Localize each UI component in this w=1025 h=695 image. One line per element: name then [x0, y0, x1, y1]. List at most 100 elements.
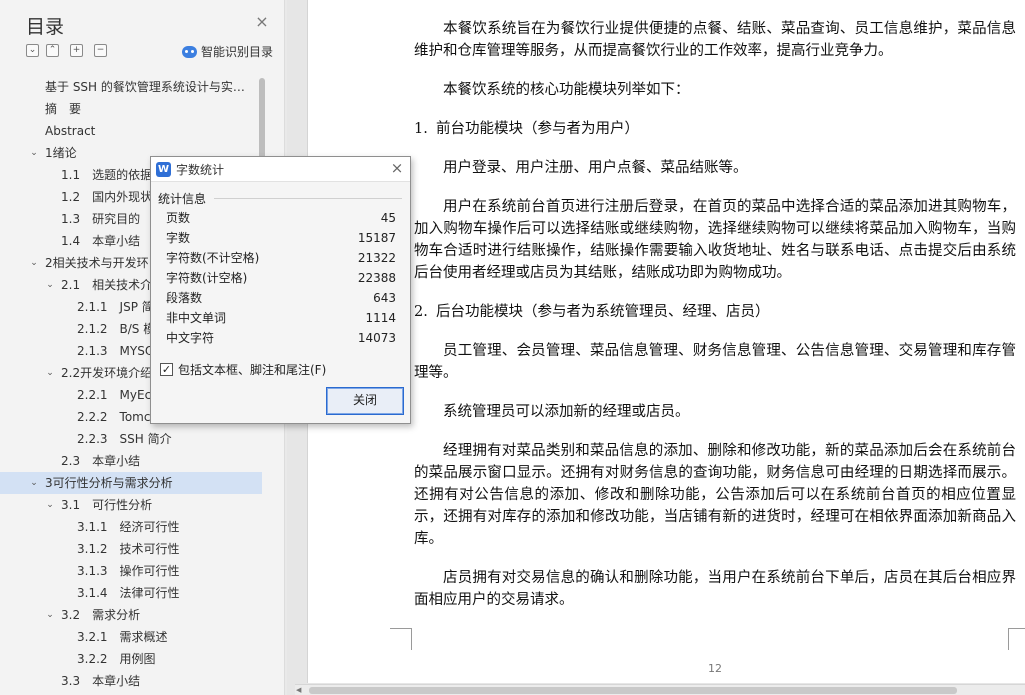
- toc-item-label: 3.1 可行性分析: [61, 498, 153, 512]
- stat-value: 22388: [357, 271, 396, 285]
- horizontal-scrollbar[interactable]: ◀: [295, 684, 1025, 695]
- document-page[interactable]: 本餐饮系统旨在为餐饮行业提供便捷的点餐、结账、菜品查询、员工信息维护，菜品信息维…: [307, 0, 1025, 683]
- chevron-down-icon[interactable]: ⌄: [44, 494, 56, 516]
- chevron-down-icon[interactable]: ⌄: [44, 362, 56, 384]
- stat-row: 页数 45: [166, 208, 396, 228]
- stat-label: 段落数: [166, 291, 203, 305]
- chevron-down-icon[interactable]: ⌄: [44, 604, 56, 626]
- toc-item-label: 3.2 需求分析: [61, 608, 141, 622]
- horizontal-scrollbar-thumb[interactable]: [309, 687, 957, 694]
- paragraph: 经理拥有对菜品类别和菜品信息的添加、删除和修改功能，新的菜品添加后会在系统前台的…: [414, 443, 1016, 547]
- stat-value: 643: [373, 291, 396, 305]
- close-icon[interactable]: ×: [255, 14, 269, 30]
- toc-item-label: 2.3 本章小结: [61, 454, 141, 468]
- include-textbox-footnote-checkbox[interactable]: ✓ 包括文本框、脚注和尾注(F): [160, 361, 326, 378]
- paragraph: 用户登录、用户注册、用户点餐、菜品结账等。: [443, 160, 748, 176]
- toc-item[interactable]: ⌄ 3.1 可行性分析: [0, 494, 262, 516]
- numbered-heading: 2. 后台功能模块（参与者为系统管理员、经理、店员）: [414, 301, 1016, 323]
- stat-row: 字符数(计空格) 22388: [166, 268, 396, 288]
- stats-group-title: 统计信息: [158, 192, 207, 206]
- toc-item[interactable]: 2.3 本章小结: [0, 450, 262, 472]
- toc-title: 目录: [26, 16, 65, 38]
- stat-value: 21322: [357, 251, 396, 265]
- toc-item-label: 基于 SSH 的餐饮管理系统设计与实…: [45, 80, 245, 94]
- stat-row: 中文字符 14073: [166, 328, 396, 348]
- list-text: 后台功能模块（参与者为系统管理员、经理、店员）: [436, 304, 770, 320]
- add-icon[interactable]: +: [70, 44, 83, 57]
- stat-row: 非中文单词 1114: [166, 308, 396, 328]
- close-button[interactable]: 关闭: [326, 387, 404, 415]
- expand-level-icon[interactable]: ⌃: [46, 44, 59, 57]
- smart-toc-label: 智能识别目录: [201, 45, 274, 59]
- dialog-titlebar[interactable]: W 字数统计 ×: [151, 157, 410, 182]
- toc-item[interactable]: 2.2.3 SSH 简介: [0, 428, 262, 450]
- checkbox-label: 包括文本框、脚注和尾注(F): [178, 363, 327, 377]
- toc-item-label: 3.2.2 用例图: [77, 652, 156, 666]
- stat-label: 字符数(不计空格): [166, 251, 260, 265]
- paragraph: 系统管理员可以添加新的经理或店员。: [443, 404, 690, 420]
- stat-value: 45: [380, 211, 396, 225]
- list-number: 2.: [414, 304, 428, 320]
- toc-item-label: 1.2 国内外现状: [61, 190, 153, 204]
- toc-item[interactable]: 3.3 本章小结: [0, 670, 262, 692]
- toc-item[interactable]: 3.1.3 操作可行性: [0, 560, 262, 582]
- toc-item-label: 1.1 选题的依据: [61, 168, 153, 182]
- toc-item-label: 2.1.3 MYSQ: [77, 344, 155, 358]
- group-divider: [214, 198, 402, 199]
- toc-item[interactable]: ⌄ 3.2 需求分析: [0, 604, 262, 626]
- toc-item[interactable]: 3.2.1 需求概述: [0, 626, 262, 648]
- toc-item[interactable]: 基于 SSH 的餐饮管理系统设计与实…: [0, 76, 262, 98]
- toc-item[interactable]: 3.1.4 法律可行性: [0, 582, 262, 604]
- stat-row: 段落数 643: [166, 288, 396, 308]
- wps-writer-icon: W: [156, 162, 171, 177]
- toc-item-label: 2.2开发环境介绍: [61, 366, 153, 380]
- list-text: 前台功能模块（参与者为用户）: [436, 121, 639, 137]
- numbered-heading: 1. 前台功能模块（参与者为用户）: [414, 118, 1016, 140]
- toc-item-label: 3可行性分析与需求分析: [45, 476, 173, 490]
- collapse-all-icon[interactable]: ⌄: [26, 44, 39, 57]
- margin-corner-right: [1008, 628, 1025, 650]
- stat-value: 1114: [365, 311, 396, 325]
- toc-item-label: 2相关技术与开发环: [45, 256, 149, 270]
- toc-item-label: Abstract: [45, 124, 96, 138]
- dialog-title: 字数统计: [176, 163, 225, 177]
- toc-item-label: 2.1.1 JSP 简: [77, 300, 154, 314]
- toc-item-label: 1.3 研究目的: [61, 212, 141, 226]
- toc-item[interactable]: ⌄ 3可行性分析与需求分析: [0, 472, 262, 494]
- toc-item[interactable]: 3.1.2 技术可行性: [0, 538, 262, 560]
- toc-item-label: 3.1.2 技术可行性: [77, 542, 180, 556]
- toc-item-label: 3.3 本章小结: [61, 674, 141, 688]
- toc-item-label: 3.1.3 操作可行性: [77, 564, 180, 578]
- page-number: 12: [708, 662, 722, 675]
- chevron-down-icon[interactable]: ⌄: [44, 274, 56, 296]
- checkbox-icon[interactable]: ✓: [160, 363, 173, 376]
- stat-label: 非中文单词: [166, 311, 227, 325]
- chevron-down-icon[interactable]: ⌄: [28, 142, 40, 164]
- smart-toc-button[interactable]: 智能识别目录: [182, 43, 273, 60]
- toc-item-label: 2.1.2 B/S 模: [77, 322, 156, 336]
- paragraph: 用户在系统前台首页进行注册后登录，在首页的菜品中选择合适的菜品添加进其购物车，加…: [414, 199, 1016, 281]
- toc-item[interactable]: 摘 要: [0, 98, 262, 120]
- toc-item-label: 摘 要: [45, 102, 82, 116]
- toc-item-label: 2.2.1 MyEcl: [77, 388, 155, 402]
- paragraph: 员工管理、会员管理、菜品信息管理、财务信息管理、公告信息管理、交易管理和库存管理…: [414, 343, 1016, 381]
- toc-item-label: 3.1.1 经济可行性: [77, 520, 180, 534]
- paragraph: 店员拥有对交易信息的确认和删除功能，当用户在系统前台下单后，店员在其后台相应界面…: [414, 570, 1016, 608]
- toc-item[interactable]: 3.2.2 用例图: [0, 648, 262, 670]
- toc-item-label: 2.1 相关技术介: [61, 278, 153, 292]
- remove-icon[interactable]: −: [94, 44, 107, 57]
- toc-item-label: 1.4 本章小结: [61, 234, 141, 248]
- chevron-down-icon[interactable]: ⌄: [28, 252, 40, 274]
- list-number: 1.: [414, 121, 428, 137]
- scroll-left-icon[interactable]: ◀: [296, 685, 301, 695]
- toc-item-label: 3.2.1 需求概述: [77, 630, 168, 644]
- chevron-down-icon[interactable]: ⌄: [28, 472, 40, 494]
- toc-item[interactable]: Abstract: [0, 120, 262, 142]
- stat-label: 字数: [166, 231, 191, 245]
- toc-item[interactable]: 3.1.1 经济可行性: [0, 516, 262, 538]
- paragraph: 本餐饮系统的核心功能模块列举如下：: [443, 82, 690, 98]
- close-icon[interactable]: ×: [389, 160, 405, 176]
- stat-value: 14073: [357, 331, 396, 345]
- stat-value: 15187: [357, 231, 396, 245]
- toc-item-label: 1绪论: [45, 146, 77, 160]
